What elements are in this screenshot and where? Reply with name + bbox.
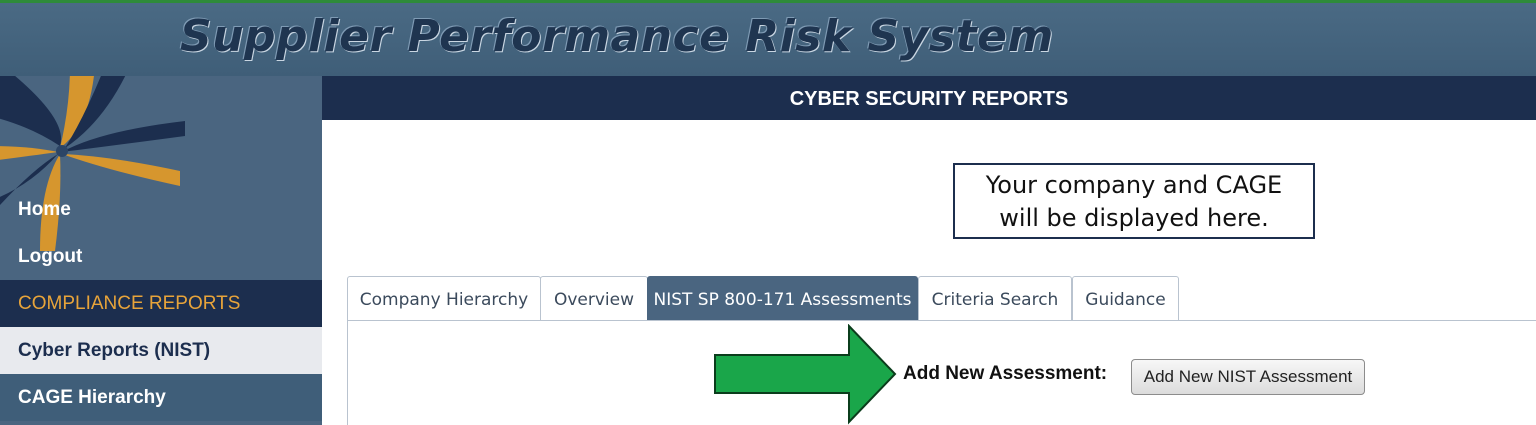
sidebar-item-logout[interactable]: Logout (0, 233, 322, 280)
sidebar-item-label: Cyber Reports (NIST) (18, 340, 211, 361)
sidebar-item-home[interactable]: Home (0, 186, 322, 233)
right-arrow-icon (714, 324, 897, 425)
sidebar-item-cage-hierarchy[interactable]: CAGE Hierarchy (0, 374, 322, 421)
tab-label: NIST SP 800-171 Assessments (653, 290, 912, 310)
app-title: Supplier Performance Risk System (180, 11, 1054, 62)
tab-label: Criteria Search (931, 290, 1059, 310)
tab-guidance[interactable]: Guidance (1072, 276, 1179, 321)
add-nist-assessment-button[interactable]: Add New NIST Assessment (1131, 359, 1365, 395)
sidebar-item-label: Home (18, 199, 71, 220)
tab-label: Overview (553, 290, 635, 310)
tab-company-hierarchy[interactable]: Company Hierarchy (347, 276, 541, 321)
section-title: CYBER SECURITY REPORTS (322, 76, 1536, 120)
callout-line-1: Your company and CAGE (985, 171, 1283, 199)
tab-nist-assessments[interactable]: NIST SP 800-171 Assessments (647, 276, 918, 321)
tab-overview[interactable]: Overview (540, 276, 648, 321)
sidebar: Home Logout COMPLIANCE REPORTS Cyber Rep… (0, 76, 322, 425)
tab-label: Company Hierarchy (359, 290, 529, 310)
add-assessment-label: Add New Assessment: (903, 363, 1108, 384)
callout-line-2: will be displayed here. (999, 204, 1269, 232)
sidebar-item-label: Logout (18, 246, 83, 267)
sidebar-section-label: COMPLIANCE REPORTS (18, 293, 241, 314)
tab-criteria-search[interactable]: Criteria Search (918, 276, 1072, 321)
app-header: Supplier Performance Risk System (0, 3, 1536, 76)
sidebar-item-cyber-reports[interactable]: Cyber Reports (NIST) (0, 327, 322, 374)
company-cage-callout: Your company and CAGE will be displayed … (953, 163, 1315, 239)
sidebar-item-label: CAGE Hierarchy (18, 387, 166, 408)
tab-label: Guidance (1085, 290, 1166, 310)
sidebar-section-compliance-reports: COMPLIANCE REPORTS (0, 280, 322, 327)
